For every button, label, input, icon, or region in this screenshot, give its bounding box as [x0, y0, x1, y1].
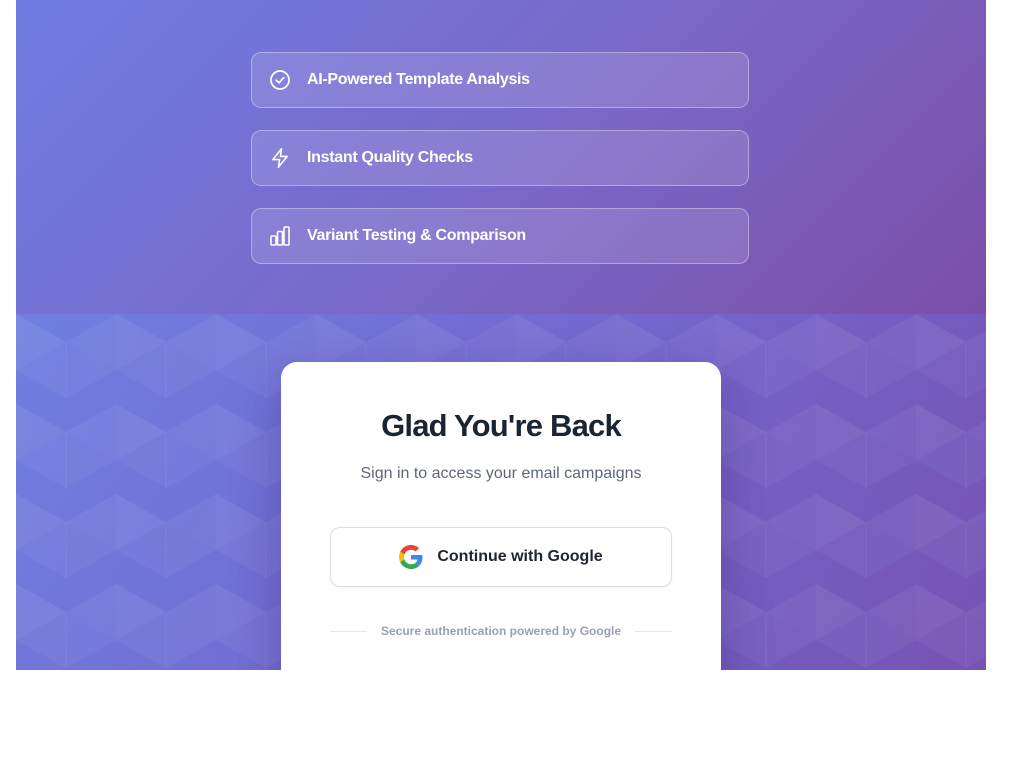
continue-with-google-button[interactable]: Continue with Google: [330, 527, 672, 587]
divider-line-left: [330, 630, 367, 632]
login-subtitle: Sign in to access your email campaigns: [360, 465, 642, 482]
secure-auth-note: Secure authentication powered by Google: [380, 624, 622, 638]
feature-label: AI-Powered Template Analysis: [307, 71, 530, 88]
feature-item-template-analysis: AI-Powered Template Analysis: [251, 52, 749, 108]
check-circle-icon: [269, 69, 291, 91]
feature-item-variant-testing: Variant Testing & Comparison: [251, 208, 749, 264]
bar-chart-icon: [269, 225, 291, 247]
feature-label: Instant Quality Checks: [307, 149, 473, 166]
feature-item-quality-checks: Instant Quality Checks: [251, 130, 749, 186]
login-title: Glad You're Back: [381, 408, 622, 443]
lightning-bolt-icon: [269, 147, 291, 169]
hero-section: AI-Powered Template Analysis Instant Qua…: [16, 0, 986, 314]
login-section: Glad You're Back Sign in to access your …: [16, 314, 986, 670]
google-logo-icon: [399, 545, 423, 569]
login-card: Glad You're Back Sign in to access your …: [281, 362, 721, 670]
page-frame: AI-Powered Template Analysis Instant Qua…: [16, 0, 986, 670]
secure-auth-divider: Secure authentication powered by Google: [330, 624, 673, 638]
divider-line-right: [635, 630, 673, 632]
google-button-label: Continue with Google: [437, 548, 603, 565]
feature-label: Variant Testing & Comparison: [307, 227, 526, 244]
